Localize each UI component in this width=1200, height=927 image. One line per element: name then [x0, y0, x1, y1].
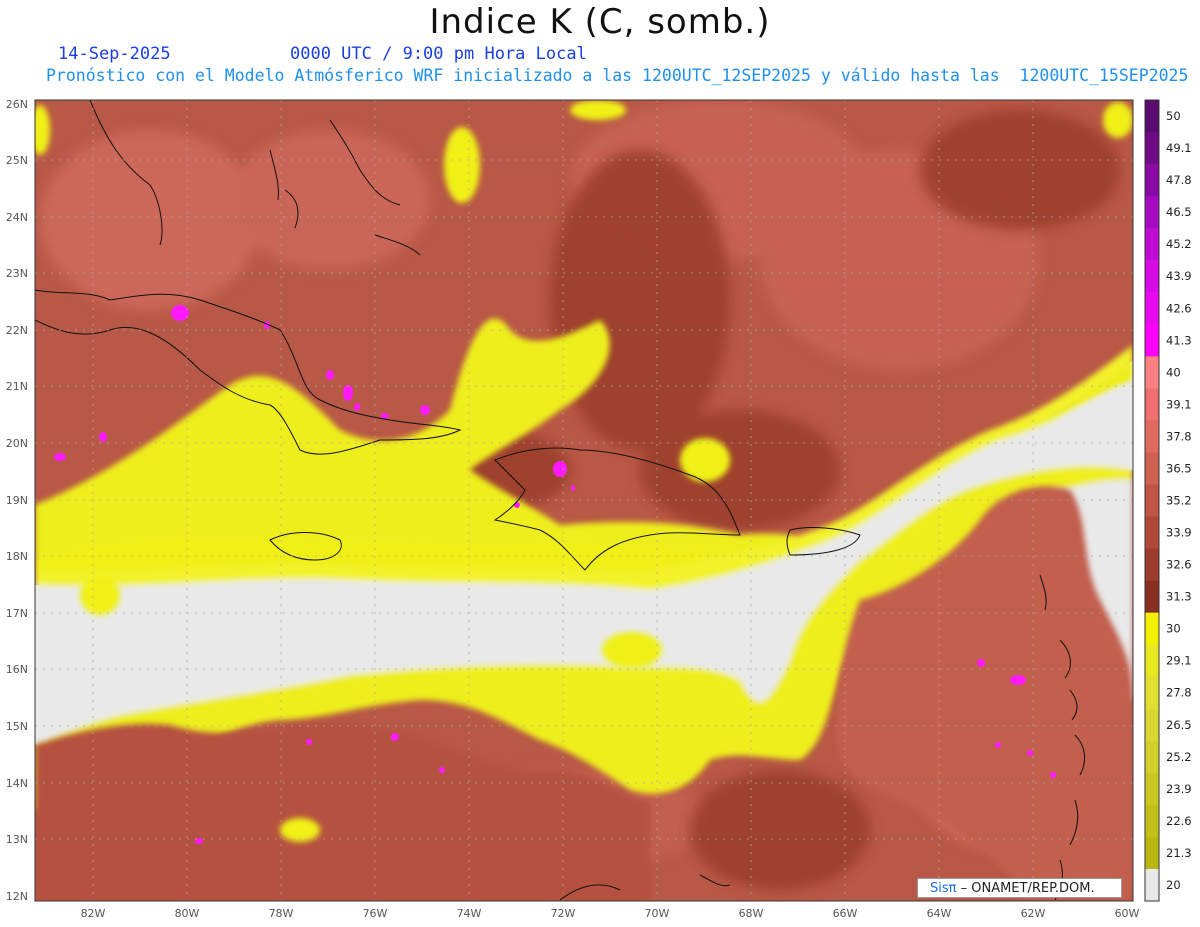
- colorbar-label: 37.8: [1166, 429, 1192, 443]
- credit-box: Sisπ – ONAMET/REP.DOM.: [917, 878, 1122, 898]
- lat-label: 24N: [6, 211, 28, 224]
- colorbar-label: 20: [1166, 878, 1181, 892]
- colorbar-label: 39.1: [1166, 397, 1192, 411]
- colorbar-swatch: [1145, 356, 1159, 389]
- colorbar-label: 40: [1166, 365, 1181, 379]
- colorbar-swatch: [1145, 452, 1159, 485]
- colorbar-swatch: [1145, 676, 1159, 710]
- lat-label: 19N: [6, 494, 28, 507]
- lon-label: 68W: [739, 907, 764, 920]
- colorbar-swatch: [1145, 548, 1159, 582]
- colorbar-swatch: [1145, 484, 1159, 518]
- colorbar-swatch: [1145, 580, 1159, 614]
- colorbar-label: 47.8: [1166, 173, 1192, 187]
- colorbar-label: 50: [1166, 109, 1181, 123]
- colorbar-label: 36.5: [1166, 461, 1192, 475]
- lat-label: 21N: [6, 380, 28, 393]
- colorbar-label: 41.3: [1166, 333, 1192, 347]
- colorbar-swatch: [1145, 740, 1159, 774]
- colorbar-label: 46.5: [1166, 205, 1192, 219]
- colorbar-label: 49.1: [1166, 141, 1192, 155]
- credit-text: – ONAMET/REP.DOM.: [960, 881, 1095, 896]
- colorbar-label: 23.9: [1166, 782, 1192, 796]
- lon-label: 78W: [269, 907, 294, 920]
- colorbar-label: 29.1: [1166, 654, 1192, 668]
- colorbar-label: 35.2: [1166, 494, 1192, 508]
- colorbar-swatch: [1145, 868, 1159, 902]
- lat-label: 14N: [6, 777, 28, 790]
- colorbar-label: 25.2: [1166, 750, 1192, 764]
- lat-label: 25N: [6, 154, 28, 167]
- lon-label: 60W: [1115, 907, 1140, 920]
- colorbar-swatch: [1145, 164, 1159, 197]
- colorbar-swatch: [1145, 420, 1159, 453]
- colorbar-swatch: [1145, 516, 1159, 550]
- colorbar-label: 32.6: [1166, 558, 1192, 572]
- colorbar-label: 43.9: [1166, 269, 1192, 283]
- colorbar-swatch: [1145, 708, 1159, 742]
- colorbar-swatch: [1145, 836, 1159, 870]
- lat-label: 22N: [6, 324, 28, 337]
- lon-label: 70W: [645, 907, 670, 920]
- lat-label: 23N: [6, 267, 28, 280]
- lon-label: 76W: [363, 907, 388, 920]
- map-field: [35, 100, 1133, 901]
- colorbar-swatch: [1145, 612, 1159, 646]
- colorbar-label: 26.5: [1166, 718, 1192, 732]
- lon-label: 64W: [927, 907, 952, 920]
- colorbar-swatch: [1145, 804, 1159, 838]
- lon-label: 62W: [1021, 907, 1046, 920]
- colorbar-label: 42.6: [1166, 301, 1192, 315]
- longitude-labels: 82W 80W 78W 76W 74W 72W 70W 68W 66W 64W …: [81, 907, 1140, 920]
- colorbar-label: 45.2: [1166, 237, 1192, 251]
- sispi-logo: Sisπ: [930, 881, 957, 896]
- colorbar: 50 49.1 47.8 46.5 45.2 43.9 42.6 41.3 40 39.1 37.8…: [1144, 99, 1192, 902]
- lat-label: 17N: [6, 607, 28, 620]
- lon-label: 66W: [833, 907, 858, 920]
- colorbar-swatch: [1145, 324, 1159, 357]
- colorbar-label: 31.3: [1166, 590, 1192, 604]
- lat-label: 15N: [6, 720, 28, 733]
- lon-label: 80W: [175, 907, 200, 920]
- colorbar-label: 33.9: [1166, 526, 1192, 540]
- colorbar-label: 21.3: [1166, 846, 1192, 860]
- lat-label: 16N: [6, 663, 28, 676]
- lon-label: 82W: [81, 907, 106, 920]
- colorbar-swatch: [1145, 100, 1159, 133]
- colorbar-label: 27.8: [1166, 686, 1192, 700]
- colorbar-swatch: [1145, 132, 1159, 165]
- lon-label: 72W: [551, 907, 576, 920]
- lat-label: 13N: [6, 833, 28, 846]
- colorbar-label: 30: [1166, 622, 1181, 636]
- colorbar-label: 22.6: [1166, 814, 1192, 828]
- latitude-labels: 26N 25N 24N 23N 22N 21N 20N 19N 18N 17N …: [6, 98, 28, 903]
- colorbar-swatch: [1145, 292, 1159, 325]
- colorbar-swatch: [1145, 196, 1159, 229]
- lon-label: 74W: [457, 907, 482, 920]
- lat-label: 12N: [6, 890, 28, 903]
- colorbar-swatch: [1145, 644, 1159, 678]
- lat-label: 18N: [6, 550, 28, 563]
- colorbar-swatch: [1145, 260, 1159, 293]
- lat-label: 20N: [6, 437, 28, 450]
- weather-map: 26N 25N 24N 23N 22N 21N 20N 19N 18N 17N …: [6, 98, 1192, 920]
- colorbar-swatch: [1145, 772, 1159, 806]
- colorbar-swatch: [1145, 388, 1159, 421]
- lat-label: 26N: [6, 98, 28, 111]
- colorbar-swatch: [1145, 228, 1159, 261]
